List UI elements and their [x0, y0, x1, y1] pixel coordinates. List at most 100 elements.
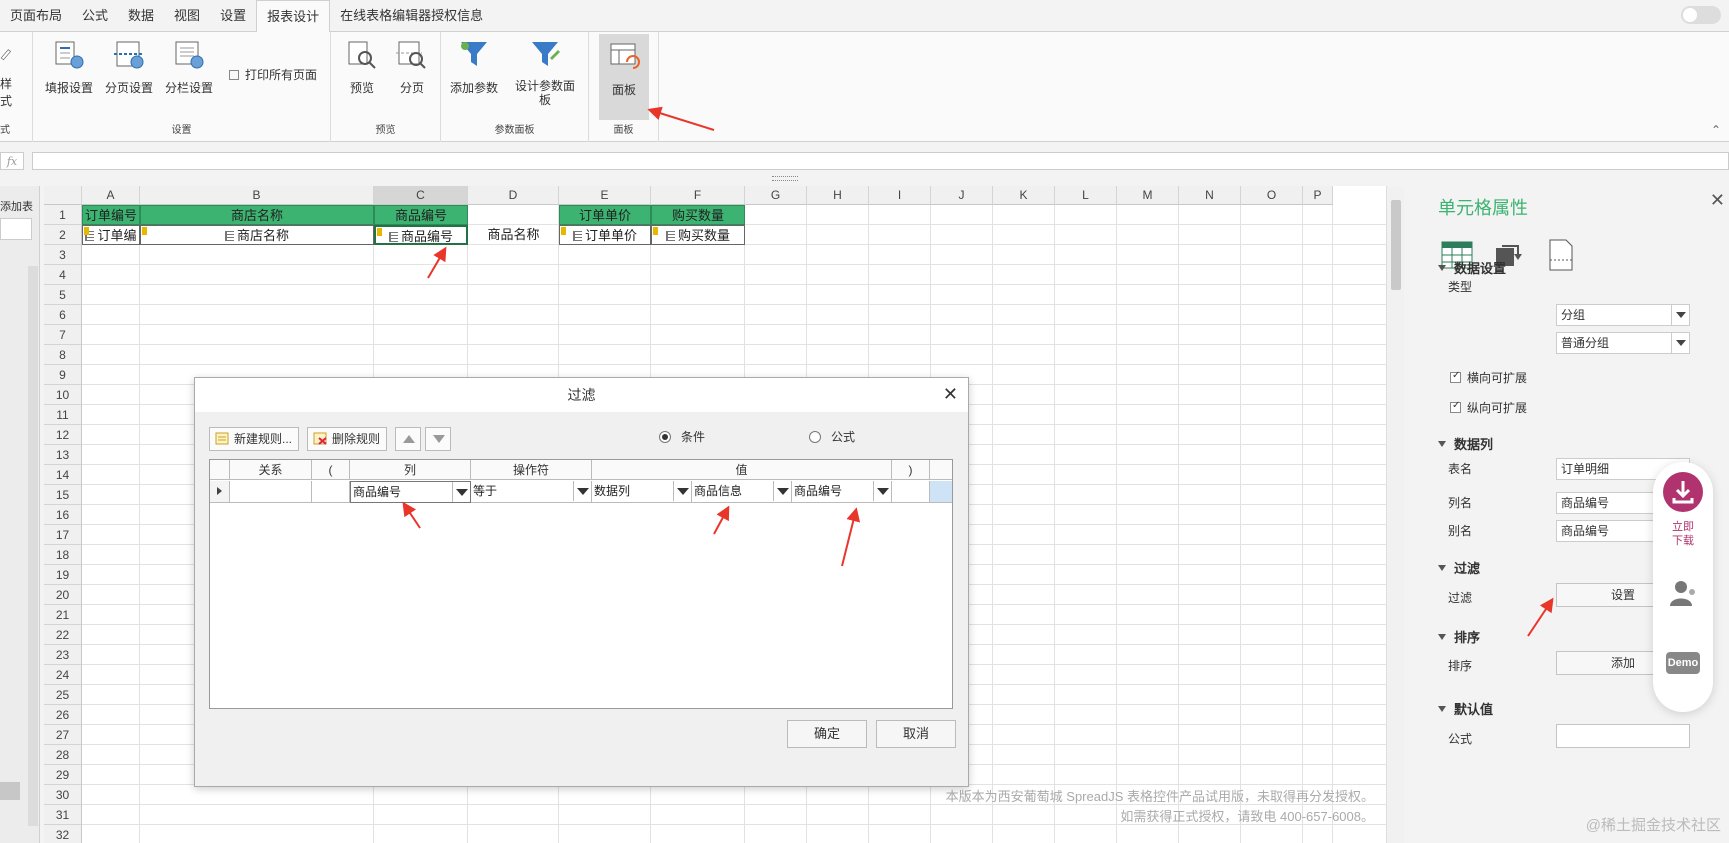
cancel-button[interactable]: 取消: [876, 720, 956, 748]
close-icon[interactable]: ✕: [943, 384, 958, 405]
cell-e1[interactable]: 订单单价: [559, 205, 651, 225]
row-header-27[interactable]: 27: [44, 725, 82, 745]
operator-select[interactable]: 等于: [471, 481, 592, 503]
demo-button[interactable]: Demo: [1666, 652, 1700, 674]
collapse-ribbon-icon[interactable]: ⌃: [1711, 123, 1721, 137]
type-select[interactable]: 分组: [1556, 304, 1690, 326]
chevron-down-icon[interactable]: [873, 481, 891, 501]
column-header-a[interactable]: A: [82, 186, 140, 205]
lparen-cell[interactable]: [312, 481, 350, 503]
default-formula-input[interactable]: [1556, 724, 1690, 748]
column-header-f[interactable]: F: [651, 186, 745, 205]
row-header-21[interactable]: 21: [44, 605, 82, 625]
row-header-29[interactable]: 29: [44, 765, 82, 785]
row-header-30[interactable]: 30: [44, 785, 82, 805]
row-header-3[interactable]: 3: [44, 245, 82, 265]
chevron-down-icon[interactable]: [452, 482, 470, 502]
column-header-p[interactable]: P: [1303, 186, 1333, 205]
row-header-24[interactable]: 24: [44, 665, 82, 685]
select-all-corner[interactable]: [44, 186, 82, 205]
section-sort[interactable]: 排序: [1438, 627, 1480, 646]
chevron-down-icon[interactable]: [573, 481, 591, 501]
row-header-18[interactable]: 18: [44, 545, 82, 565]
page-settings-button[interactable]: 分页设置: [103, 38, 155, 96]
row-header-9[interactable]: 9: [44, 365, 82, 385]
cell-a1[interactable]: 订单编号: [82, 205, 140, 225]
relation-cell[interactable]: [230, 481, 312, 503]
row-header-32[interactable]: 32: [44, 825, 82, 843]
column-header-l[interactable]: L: [1055, 186, 1117, 205]
rparen-cell[interactable]: [892, 481, 930, 503]
row-header-7[interactable]: 7: [44, 325, 82, 345]
horizontal-expand-checkbox[interactable]: 横向可扩展: [1450, 369, 1527, 386]
column-header-g[interactable]: G: [745, 186, 807, 205]
left-panel-input[interactable]: [0, 218, 32, 240]
row-header-14[interactable]: 14: [44, 465, 82, 485]
scrollbar-thumb[interactable]: [1391, 200, 1401, 290]
cell-e2[interactable]: 订单单价: [559, 225, 651, 245]
subtype-select[interactable]: 普通分组: [1556, 332, 1690, 354]
value-table-select[interactable]: 商品信息: [692, 481, 792, 503]
row-indicator-icon[interactable]: [210, 481, 230, 503]
design-param-panel-button[interactable]: 设计参数面板: [511, 38, 579, 107]
column-header-k[interactable]: K: [993, 186, 1055, 205]
column-header-o[interactable]: O: [1241, 186, 1303, 205]
section-default-value[interactable]: 默认值: [1438, 699, 1493, 718]
close-icon[interactable]: ✕: [1710, 190, 1725, 211]
row-header-17[interactable]: 17: [44, 525, 82, 545]
row-header-8[interactable]: 8: [44, 345, 82, 365]
add-param-button[interactable]: 添加参数: [447, 38, 501, 96]
section-data-column[interactable]: 数据列: [1438, 434, 1493, 453]
row-header-20[interactable]: 20: [44, 585, 82, 605]
theme-toggle[interactable]: [1681, 6, 1721, 24]
row-header-5[interactable]: 5: [44, 285, 82, 305]
fill-settings-button[interactable]: 填报设置: [43, 38, 95, 96]
delete-rule-button[interactable]: 删除规则: [307, 427, 388, 451]
page-icon[interactable]: [1544, 238, 1578, 272]
move-up-button[interactable]: [395, 427, 421, 451]
row-header-31[interactable]: 31: [44, 805, 82, 825]
print-all-pages-checkbox[interactable]: 打印所有页面: [229, 66, 317, 83]
section-filter[interactable]: 过滤: [1438, 558, 1480, 577]
chevron-down-icon[interactable]: [773, 481, 791, 501]
row-header-1[interactable]: 1: [44, 205, 82, 225]
row-header-11[interactable]: 11: [44, 405, 82, 425]
cell-c1[interactable]: 商品编号: [374, 205, 468, 225]
new-rule-button[interactable]: 新建规则...: [209, 427, 300, 451]
column-settings-button[interactable]: 分栏设置: [163, 38, 215, 96]
panel-button[interactable]: 面板: [599, 34, 649, 120]
cell-d2[interactable]: 商品名称: [468, 225, 559, 245]
column-header-m[interactable]: M: [1117, 186, 1179, 205]
pagination-button[interactable]: 分页: [391, 38, 433, 96]
contact-person-icon[interactable]: [1668, 578, 1698, 608]
cell-b2[interactable]: 商店名称: [140, 225, 374, 245]
download-button[interactable]: [1663, 472, 1703, 512]
value-column-select[interactable]: 商品编号: [792, 481, 892, 503]
column-header-j[interactable]: J: [931, 186, 993, 205]
left-panel-scrollbar[interactable]: [28, 266, 38, 826]
column-header-b[interactable]: B: [140, 186, 374, 205]
row-header-12[interactable]: 12: [44, 425, 82, 445]
cell-b1[interactable]: 商店名称: [140, 205, 374, 225]
tab-page-layout[interactable]: 页面布局: [0, 0, 72, 31]
tab-license-info[interactable]: 在线表格编辑器授权信息: [330, 0, 493, 31]
row-header-6[interactable]: 6: [44, 305, 82, 325]
column-header-c[interactable]: C: [374, 186, 468, 205]
row-header-13[interactable]: 13: [44, 445, 82, 465]
row-header-25[interactable]: 25: [44, 685, 82, 705]
ok-button[interactable]: 确定: [787, 720, 867, 748]
row-header-10[interactable]: 10: [44, 385, 82, 405]
style-button[interactable]: 样式: [0, 38, 20, 109]
chevron-down-icon[interactable]: [673, 481, 691, 501]
cell-f1[interactable]: 购买数量: [651, 205, 745, 225]
tab-view[interactable]: 视图: [164, 0, 210, 31]
row-header-26[interactable]: 26: [44, 705, 82, 725]
splitter-grip[interactable]: [772, 176, 798, 181]
tab-report-design[interactable]: 报表设计: [256, 0, 331, 33]
move-down-button[interactable]: [425, 427, 451, 451]
column-select[interactable]: 商品编号: [350, 481, 471, 503]
row-header-19[interactable]: 19: [44, 565, 82, 585]
column-header-n[interactable]: N: [1179, 186, 1241, 205]
add-table-label[interactable]: 添加表: [0, 198, 33, 214]
tab-formula[interactable]: 公式: [72, 0, 118, 31]
